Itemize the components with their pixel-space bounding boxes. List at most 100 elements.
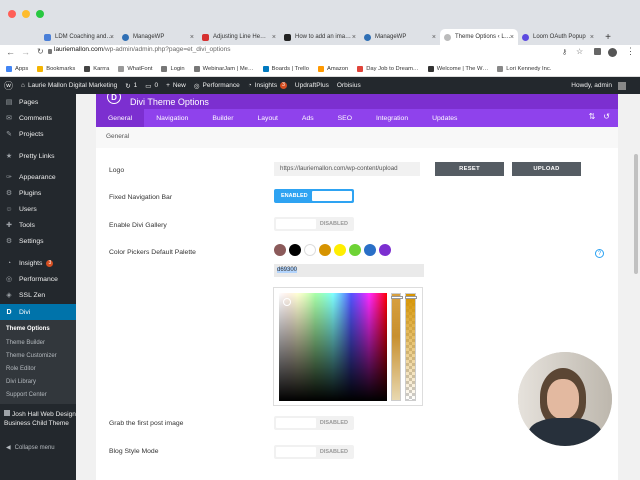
sidebar-item-insights[interactable]: ◔ Insights 3 bbox=[0, 256, 76, 270]
help-icon[interactable]: ? bbox=[595, 249, 604, 258]
tab-updates[interactable]: Updates bbox=[420, 109, 469, 127]
divi-gallery-toggle[interactable]: DISABLED bbox=[274, 217, 354, 231]
close-tab-icon[interactable]: × bbox=[190, 34, 194, 41]
hue-slider[interactable] bbox=[391, 293, 403, 401]
browser-tab[interactable]: ManageWP × bbox=[118, 29, 198, 45]
comments-link[interactable]: ▭ 0 bbox=[141, 82, 162, 90]
submenu-theme-options[interactable]: Theme Options bbox=[6, 326, 50, 332]
sidebar-item-performance[interactable]: ◎ Performance bbox=[0, 272, 76, 286]
palette-swatch[interactable] bbox=[364, 244, 376, 256]
url-field[interactable]: lauriemallon.com/wp-admin/admin.php?page… bbox=[54, 46, 231, 53]
bookmark-item[interactable]: Lori Kennedy Inc. bbox=[497, 65, 551, 72]
close-tab-icon[interactable]: × bbox=[272, 34, 276, 41]
reload-icon[interactable]: ↻ bbox=[37, 47, 44, 56]
sidebar-item-settings[interactable]: ⚙ Settings bbox=[0, 234, 76, 248]
blog-style-toggle[interactable]: DISABLED bbox=[274, 445, 354, 459]
submenu-theme-builder[interactable]: Theme Builder bbox=[6, 340, 45, 346]
subtab-general[interactable]: General bbox=[106, 133, 129, 140]
reset-button[interactable]: RESET bbox=[435, 162, 504, 176]
window-close-button[interactable] bbox=[8, 10, 16, 18]
tab-ads[interactable]: Ads bbox=[290, 109, 326, 127]
updates-link[interactable]: ↻ 1 bbox=[121, 82, 141, 90]
bookmark-item[interactable]: WhatFont bbox=[118, 65, 152, 72]
close-tab-icon[interactable]: × bbox=[352, 34, 356, 41]
opacity-handle[interactable] bbox=[405, 296, 417, 299]
logo-url-input[interactable]: https://lauriemallon.com/wp-content/uplo… bbox=[274, 162, 420, 176]
sidebar-item-users[interactable]: ☺ Users bbox=[0, 202, 76, 216]
extension-icon[interactable] bbox=[594, 48, 601, 55]
bookmark-item[interactable]: Bookmarks bbox=[37, 65, 75, 72]
profile-icon[interactable] bbox=[608, 48, 617, 57]
submenu-role-editor[interactable]: Role Editor bbox=[6, 366, 36, 372]
bookmark-item[interactable]: Karrra bbox=[84, 65, 109, 72]
performance-link[interactable]: ◎ Performance bbox=[190, 82, 244, 90]
upload-button[interactable]: UPLOAD bbox=[512, 162, 581, 176]
tab-integration[interactable]: Integration bbox=[364, 109, 420, 127]
saturation-handle[interactable] bbox=[283, 298, 291, 306]
sidebar-item-plugins[interactable]: ⚙ Plugins bbox=[0, 186, 76, 200]
bookmark-item[interactable]: WebinarJam | Me… bbox=[193, 65, 254, 72]
opacity-slider[interactable] bbox=[405, 293, 417, 401]
browser-tab[interactable]: Adjusting Line He… × bbox=[198, 29, 280, 45]
tab-navigation[interactable]: Navigation bbox=[144, 109, 200, 127]
palette-swatch[interactable] bbox=[349, 244, 361, 256]
palette-swatch[interactable] bbox=[304, 244, 316, 256]
palette-swatch[interactable] bbox=[319, 244, 331, 256]
insights-link[interactable]: ◔ Insights 3 bbox=[244, 82, 291, 89]
browser-tab[interactable]: Loom OAuth Popup × bbox=[518, 29, 598, 45]
bookmark-item[interactable]: Login bbox=[161, 65, 185, 72]
updraftplus-link[interactable]: UpdraftPlus bbox=[291, 82, 333, 89]
window-zoom-button[interactable] bbox=[36, 10, 44, 18]
new-content-link[interactable]: + New bbox=[162, 82, 190, 89]
reset-icon[interactable]: ↺ bbox=[603, 112, 610, 121]
forward-icon[interactable]: → bbox=[21, 47, 30, 57]
tab-general[interactable]: General bbox=[96, 109, 145, 127]
sidebar-item-appearance[interactable]: ✑ Appearance bbox=[0, 170, 76, 184]
sidebar-item-projects[interactable]: ✎ Projects bbox=[0, 127, 76, 141]
key-icon[interactable]: ⚷ bbox=[562, 48, 567, 56]
browser-tab[interactable]: How to add an ima… × bbox=[280, 29, 360, 45]
tab-builder[interactable]: Builder bbox=[200, 109, 245, 127]
bookmark-item[interactable]: Welcome | The W… bbox=[427, 65, 488, 72]
color-picker[interactable] bbox=[273, 287, 423, 406]
close-tab-icon[interactable]: × bbox=[510, 34, 514, 41]
browser-tab[interactable]: ManageWP × bbox=[360, 29, 440, 45]
browser-menu-icon[interactable]: ⋮ bbox=[626, 46, 635, 57]
bookmark-item[interactable]: Day Job to Dream… bbox=[357, 65, 419, 72]
palette-swatch[interactable] bbox=[274, 244, 286, 256]
window-minimize-button[interactable] bbox=[22, 10, 30, 18]
palette-swatch[interactable] bbox=[289, 244, 301, 256]
close-tab-icon[interactable]: × bbox=[432, 34, 436, 41]
sidebar-item-comments[interactable]: ✉ Comments bbox=[0, 111, 76, 125]
grab-image-toggle[interactable]: DISABLED bbox=[274, 416, 354, 430]
submenu-support-center[interactable]: Support Center bbox=[6, 392, 47, 398]
saturation-field[interactable] bbox=[279, 293, 387, 401]
submenu-theme-customizer[interactable]: Theme Customizer bbox=[6, 353, 57, 359]
tab-seo[interactable]: SEO bbox=[326, 109, 364, 127]
bookmark-item[interactable]: Amazon bbox=[317, 65, 348, 72]
bookmark-item[interactable]: Boards | Trello bbox=[262, 65, 309, 72]
sidebar-item-pages[interactable]: ▤ Pages bbox=[0, 95, 76, 109]
tab-layout[interactable]: Layout bbox=[245, 109, 289, 127]
bookmark-star-icon[interactable]: ☆ bbox=[576, 47, 583, 56]
sidebar-item-divi[interactable]: D Divi bbox=[0, 304, 76, 320]
site-name-link[interactable]: ⌂ Laurie Mallon Digital Marketing bbox=[17, 82, 121, 89]
wp-logo-icon[interactable]: ⓦ bbox=[0, 79, 17, 92]
hue-handle[interactable] bbox=[391, 296, 403, 299]
hex-color-input[interactable]: d69300 bbox=[274, 264, 424, 277]
sidebar-item-pretty-links[interactable]: ★ Pretty Links bbox=[0, 149, 76, 163]
close-tab-icon[interactable]: × bbox=[110, 34, 114, 41]
browser-tab-active[interactable]: Theme Options ‹ L… × bbox=[440, 29, 518, 45]
orbisius-link[interactable]: Orbisius bbox=[333, 82, 365, 89]
collapse-menu-button[interactable]: ◀ Collapse menu bbox=[6, 444, 55, 452]
sidebar-item-ssl-zen[interactable]: ◈ SSL Zen bbox=[0, 288, 76, 302]
bookmark-apps[interactable]: Apps bbox=[6, 65, 28, 72]
palette-swatch[interactable] bbox=[379, 244, 391, 256]
back-icon[interactable]: ← bbox=[6, 47, 15, 57]
close-tab-icon[interactable]: × bbox=[590, 34, 594, 41]
browser-tab[interactable]: LDM Coaching and… × bbox=[40, 29, 118, 45]
fixed-nav-toggle[interactable]: ENABLED bbox=[274, 189, 354, 203]
palette-swatch[interactable] bbox=[334, 244, 346, 256]
page-scrollbar[interactable] bbox=[634, 154, 638, 274]
sidebar-item-tools[interactable]: ✚ Tools bbox=[0, 218, 76, 232]
